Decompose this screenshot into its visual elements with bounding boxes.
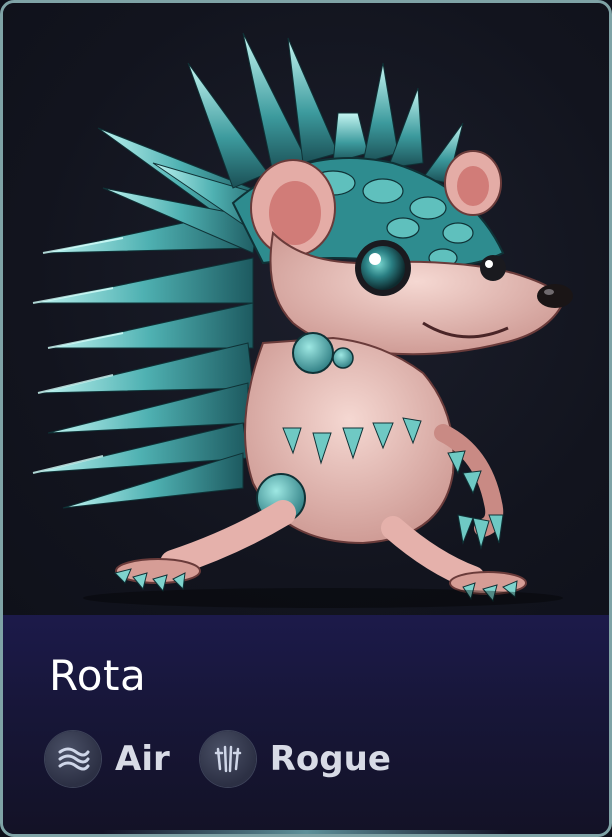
trait-tags: Air Rogue (45, 731, 421, 787)
air-wind-icon (45, 731, 101, 787)
card-bottom-glow (103, 830, 509, 834)
creature-card[interactable]: Rota Air Rogue (0, 0, 612, 837)
right-leg (381, 516, 485, 590)
creature-name: Rota (49, 651, 147, 700)
tag-air[interactable]: Air (45, 731, 170, 787)
tag-rogue[interactable]: Rogue (199, 731, 391, 787)
left-leg (160, 500, 296, 576)
card-info-panel: Rota Air Rogue (3, 615, 609, 834)
nose (537, 284, 573, 308)
rogue-claws-icon (199, 731, 256, 787)
tag-rogue-label: Rogue (269, 739, 391, 779)
creature-artwork (3, 3, 609, 615)
hedgehog-creature-illustration (32, 32, 573, 608)
tag-air-label: Air (115, 739, 170, 779)
